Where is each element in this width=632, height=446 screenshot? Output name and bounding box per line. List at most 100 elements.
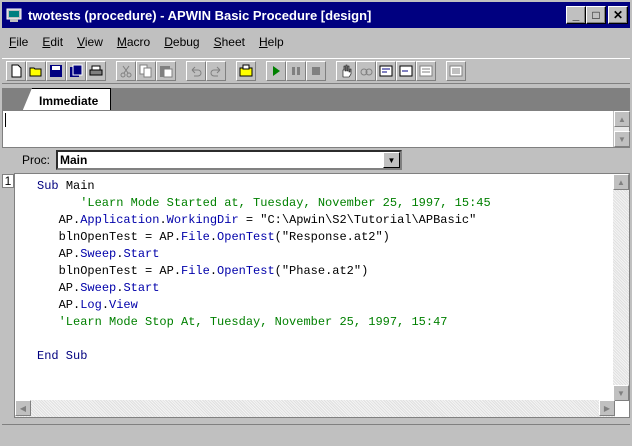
step-into-icon[interactable]	[376, 61, 396, 81]
title-bar[interactable]: twotests (procedure) - APWIN Basic Proce…	[2, 2, 630, 28]
immediate-scrollbar[interactable]: ▲ ▼	[613, 111, 630, 147]
copy-icon[interactable]	[136, 61, 156, 81]
app-window: twotests (procedure) - APWIN Basic Proce…	[0, 0, 632, 446]
menu-sheet[interactable]: Sheet	[207, 35, 252, 49]
code-token: OpenTest	[217, 230, 275, 244]
tab-strip: Immediate	[2, 88, 630, 112]
text-caret	[5, 113, 6, 127]
code-token: Sweep	[80, 247, 117, 261]
code-token: AP.	[37, 213, 81, 227]
scroll-right-icon[interactable]: ▶	[599, 400, 615, 416]
menu-debug[interactable]: Debug	[157, 35, 206, 49]
code-token: .	[101, 298, 110, 312]
status-bar	[2, 424, 630, 444]
code-token: AP.	[37, 247, 81, 261]
proc-select[interactable]: Main ▼	[56, 150, 403, 170]
code-token: WorkingDir	[166, 213, 239, 227]
code-token: AP.	[37, 298, 81, 312]
code-token: Application	[80, 213, 160, 227]
code-token: File	[181, 230, 210, 244]
stop-icon[interactable]	[306, 61, 326, 81]
code-line[interactable]: Sub Main	[37, 178, 491, 195]
step-over-icon[interactable]	[396, 61, 416, 81]
run-icon[interactable]	[266, 61, 286, 81]
code-token: Sweep	[80, 281, 117, 295]
scroll-up-icon[interactable]: ▲	[614, 111, 630, 127]
proc-bar: Proc: Main ▼	[2, 148, 630, 172]
undo-icon[interactable]	[186, 61, 206, 81]
code-line[interactable]: 'Learn Mode Started at, Tuesday, Novembe…	[37, 195, 491, 212]
code-token: .	[209, 264, 218, 278]
menu-edit[interactable]: Edit	[35, 35, 70, 49]
code-token: Log	[80, 298, 102, 312]
code-line[interactable]: AP.Application.WorkingDir = "C:\Apwin\S2…	[37, 212, 491, 229]
print-icon[interactable]	[86, 61, 106, 81]
code-line[interactable]: AP.Sweep.Start	[37, 246, 491, 263]
maximize-button[interactable]: □	[586, 6, 606, 24]
chevron-down-icon[interactable]: ▼	[383, 152, 401, 168]
code-token: ("Response.at2")	[274, 230, 390, 244]
window-title: twotests (procedure) - APWIN Basic Proce…	[28, 7, 372, 23]
code-token: Start	[123, 247, 160, 261]
code-token: ("Phase.at2")	[274, 264, 369, 278]
code-line[interactable]: 'Learn Mode Stop At, Tuesday, November 2…	[37, 314, 491, 331]
scroll-down-icon[interactable]: ▼	[614, 131, 630, 147]
code-line[interactable]: blnOpenTest = AP.File.OpenTest("Phase.at…	[37, 263, 491, 280]
code-horizontal-scrollbar[interactable]: ◀ ▶	[15, 400, 615, 417]
window-controls: _ □ ✕	[566, 6, 628, 24]
save-all-icon[interactable]	[66, 61, 86, 81]
code-text[interactable]: Sub Main 'Learn Mode Started at, Tuesday…	[37, 178, 491, 365]
redo-icon[interactable]	[206, 61, 226, 81]
immediate-input[interactable]: ▲ ▼	[2, 110, 630, 148]
code-token: Start	[123, 281, 160, 295]
hand-icon[interactable]	[336, 61, 356, 81]
menu-help[interactable]: Help	[252, 35, 291, 49]
code-line[interactable]	[37, 331, 491, 348]
code-line[interactable]: End Sub	[37, 348, 491, 365]
menu-bar: File Edit View Macro Debug Sheet Help	[2, 32, 291, 52]
code-token: End Sub	[37, 349, 88, 363]
proc-selected-value: Main	[60, 153, 88, 167]
code-line[interactable]: AP.Log.View	[37, 297, 491, 314]
scroll-up-icon[interactable]: ▲	[613, 174, 629, 190]
scroll-down-icon[interactable]: ▼	[613, 385, 629, 401]
pause-icon[interactable]	[286, 61, 306, 81]
tab-immediate[interactable]: Immediate	[22, 88, 112, 112]
open-folder-icon[interactable]	[26, 61, 46, 81]
proc-label: Proc:	[22, 153, 51, 167]
code-token: .	[209, 230, 218, 244]
code-line[interactable]: AP.Sweep.Start	[37, 280, 491, 297]
code-token: Main	[65, 179, 95, 193]
code-token: = "C:\Apwin\S2\Tutorial\APBasic"	[238, 213, 477, 227]
scroll-left-icon[interactable]: ◀	[15, 400, 31, 416]
close-button[interactable]: ✕	[608, 6, 628, 24]
cut-icon[interactable]	[116, 61, 136, 81]
menu-view[interactable]: View	[70, 35, 110, 49]
code-token: AP.	[37, 281, 81, 295]
code-token: Sub	[37, 179, 66, 193]
code-token: .	[159, 213, 167, 227]
code-token: View	[109, 298, 138, 312]
new-file-icon[interactable]	[6, 61, 26, 81]
code-vertical-scrollbar[interactable]: ▲ ▼	[613, 174, 629, 401]
line-number: 1	[2, 174, 14, 188]
toggle-breakpoint-icon[interactable]	[446, 61, 466, 81]
minimize-button[interactable]: _	[566, 6, 586, 24]
menu-macro[interactable]: Macro	[110, 35, 157, 49]
code-editor[interactable]: Sub Main 'Learn Mode Started at, Tuesday…	[14, 173, 630, 418]
code-token: 'Learn Mode Started at, Tuesday, Novembe…	[37, 196, 491, 210]
menu-file[interactable]: File	[2, 35, 35, 49]
app-icon[interactable]	[6, 7, 22, 23]
toolbar	[2, 58, 630, 84]
code-token: 'Learn Mode Stop At, Tuesday, November 2…	[37, 315, 448, 329]
code-token: File	[181, 264, 210, 278]
watch-icon[interactable]	[356, 61, 376, 81]
step-out-icon[interactable]	[416, 61, 436, 81]
references-icon[interactable]	[236, 61, 256, 81]
paste-icon[interactable]	[156, 61, 176, 81]
code-token: OpenTest	[217, 264, 275, 278]
code-line[interactable]: blnOpenTest = AP.File.OpenTest("Response…	[37, 229, 491, 246]
code-token: blnOpenTest = AP.	[37, 264, 182, 278]
code-token: blnOpenTest = AP.	[37, 230, 182, 244]
save-icon[interactable]	[46, 61, 66, 81]
